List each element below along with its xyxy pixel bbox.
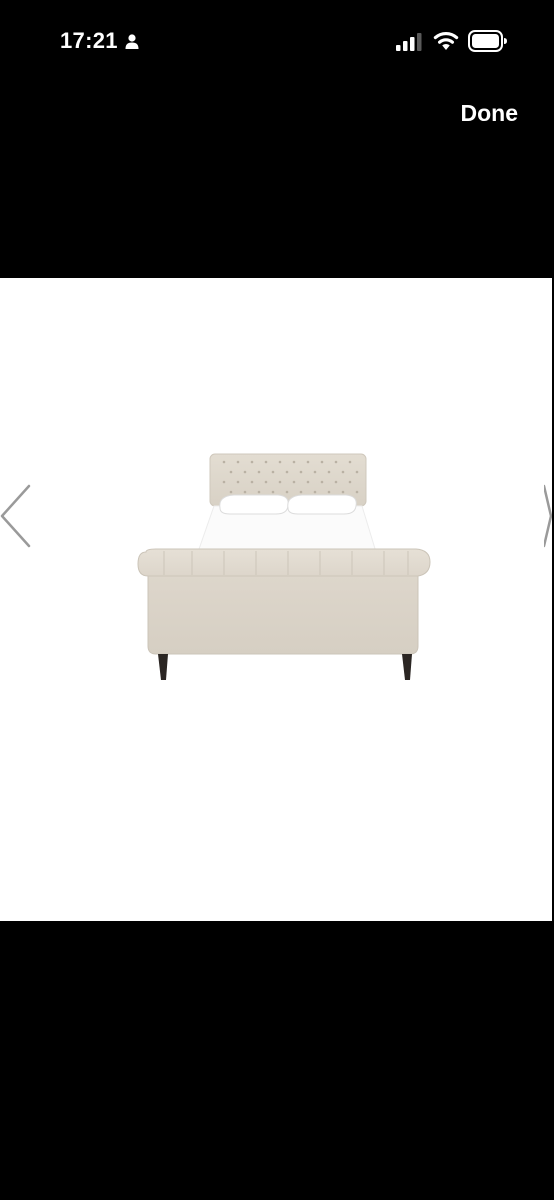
- wifi-icon: [433, 32, 459, 50]
- battery-icon: [468, 30, 507, 52]
- person-icon: [125, 34, 139, 49]
- chevron-right-icon[interactable]: [544, 484, 552, 548]
- photo-viewer-screen: 17:21 Done: [0, 0, 554, 1200]
- chevron-left-icon[interactable]: [0, 484, 32, 548]
- status-time: 17:21: [60, 28, 118, 53]
- product-photo-bed: [137, 453, 431, 680]
- done-button[interactable]: Done: [461, 100, 519, 127]
- image-viewer[interactable]: [0, 278, 552, 921]
- cellular-signal-icon: [396, 33, 422, 51]
- status-bar: 17:21: [0, 0, 554, 84]
